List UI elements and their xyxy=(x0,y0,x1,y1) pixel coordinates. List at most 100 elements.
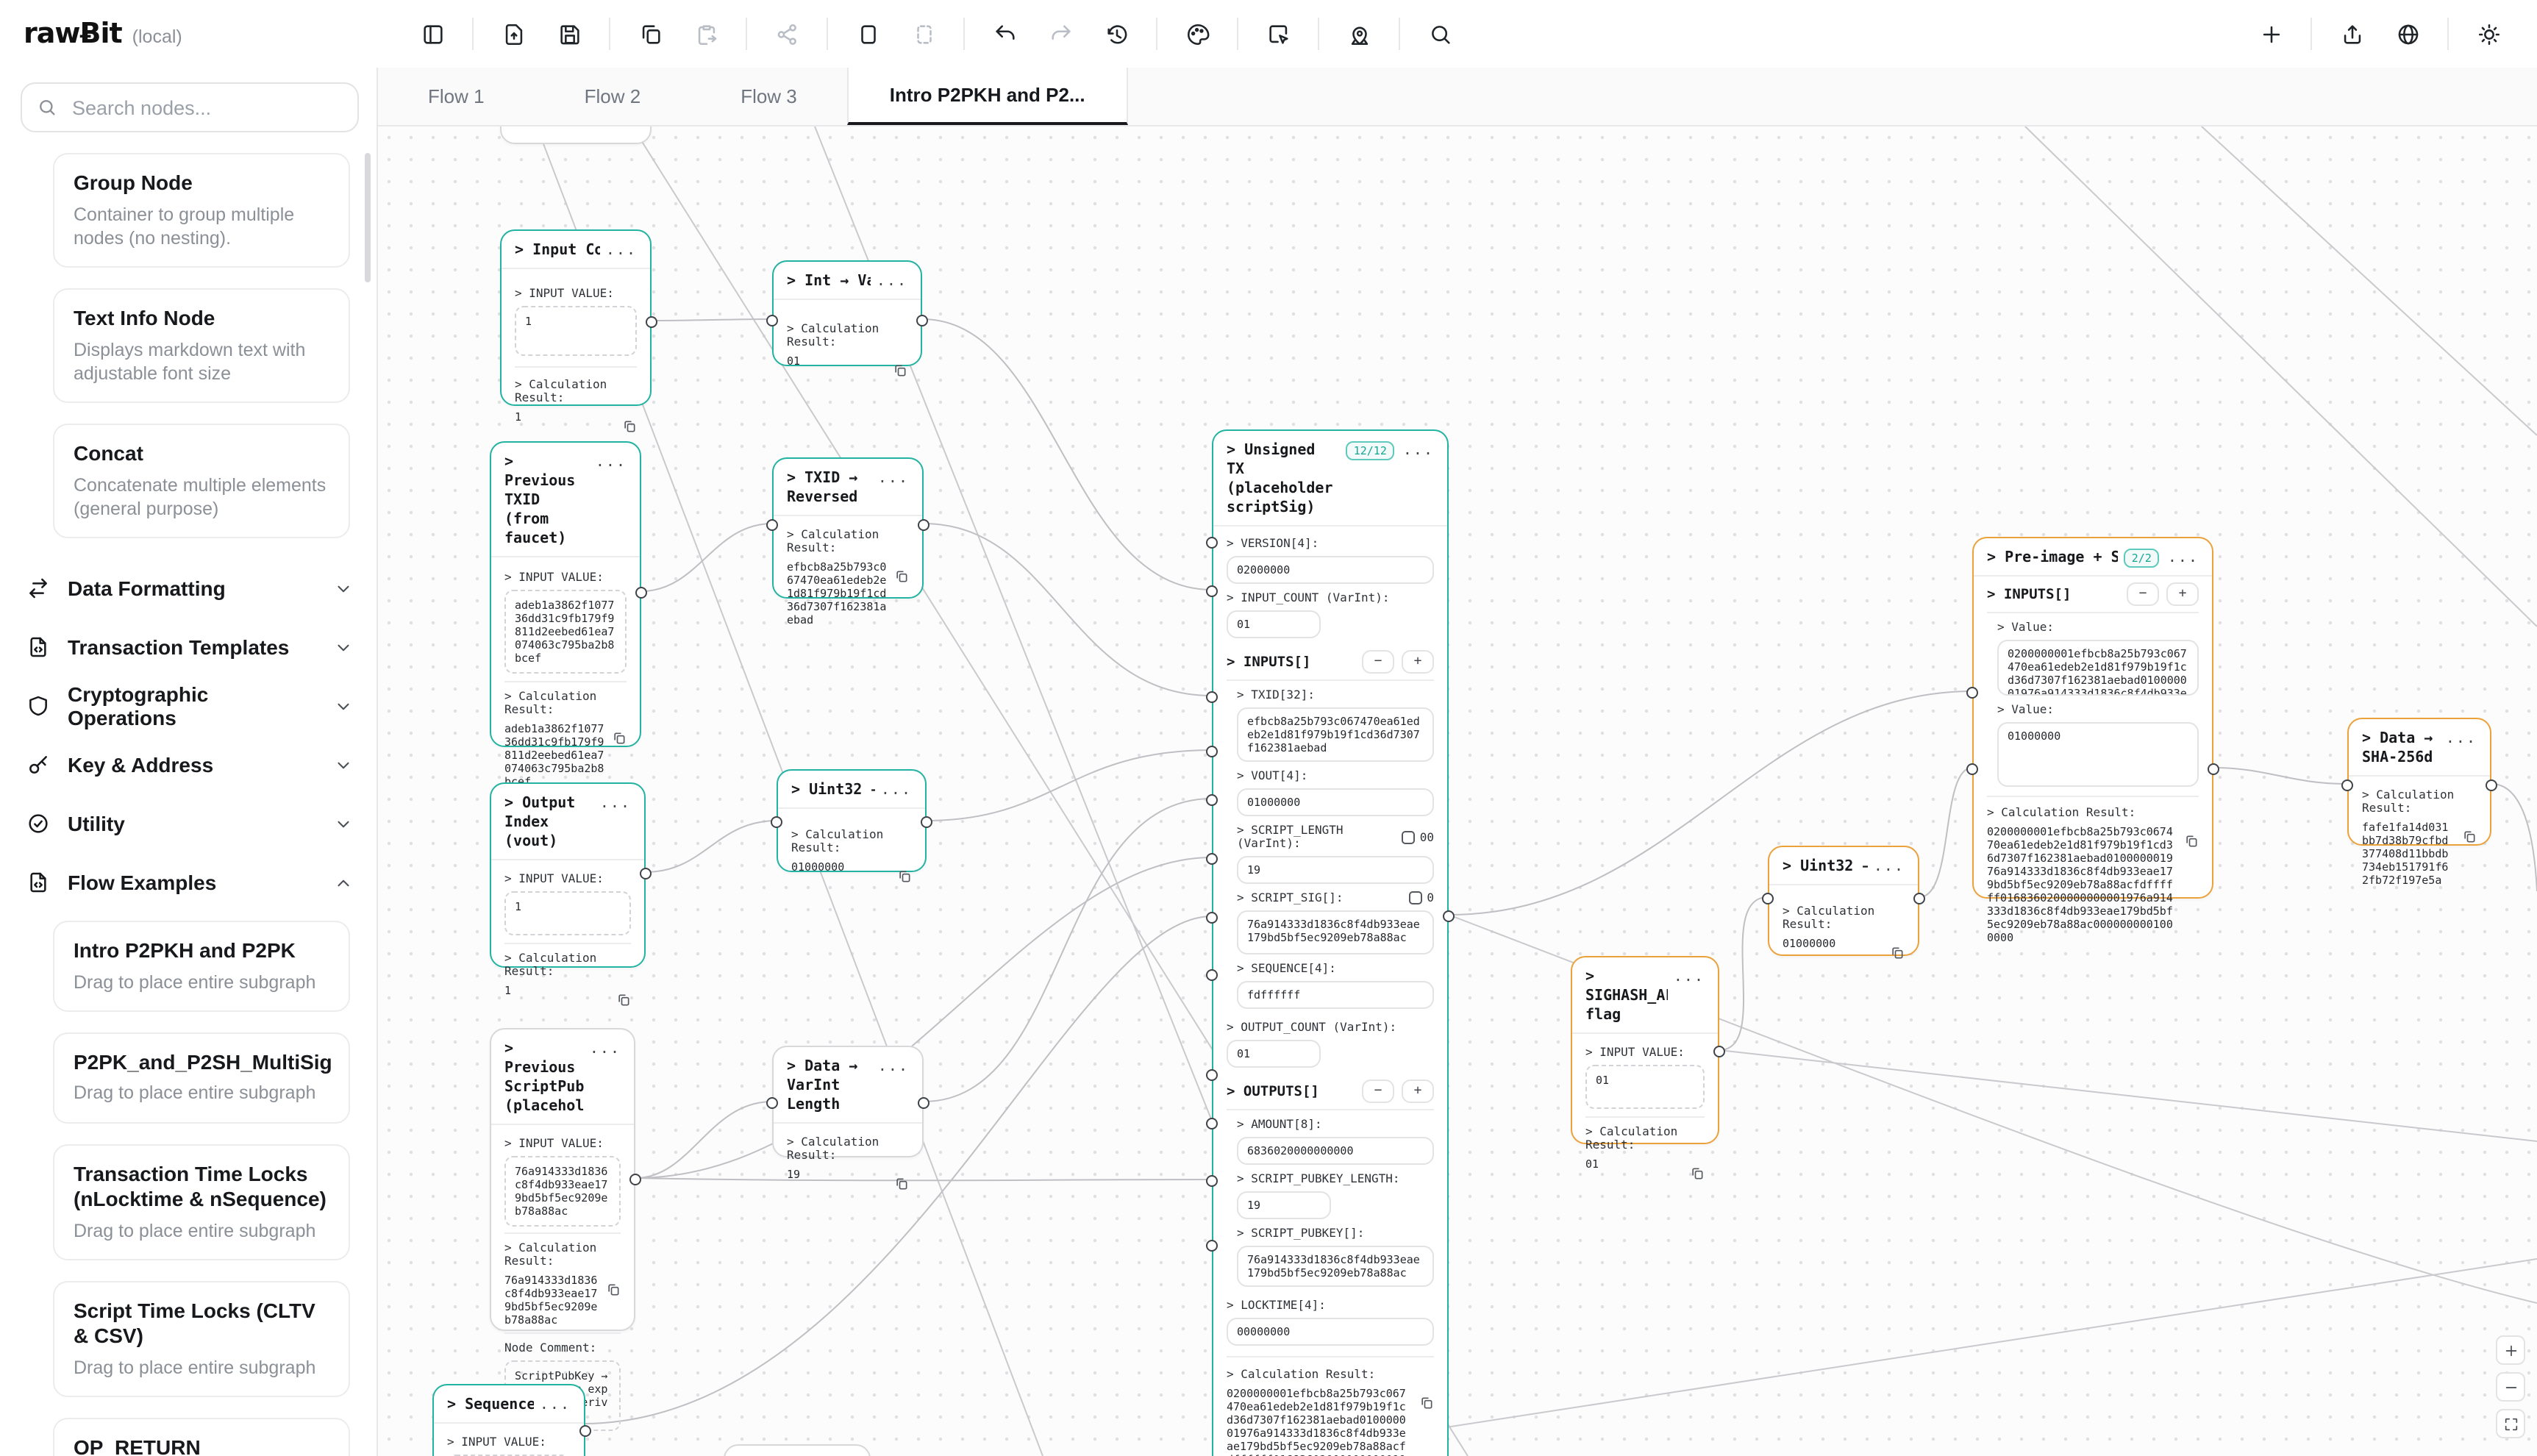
output-port[interactable] xyxy=(2486,779,2497,791)
example-card-op-return[interactable]: OP_RETURN Drag to place entire subgraph xyxy=(53,1418,350,1456)
zoom-out-button[interactable] xyxy=(2496,1372,2525,1402)
output-port[interactable] xyxy=(918,1097,929,1109)
add-node-button[interactable] xyxy=(847,13,888,54)
zoom-in-button[interactable] xyxy=(2496,1335,2525,1365)
version-field[interactable]: 02000000 xyxy=(1227,556,1434,584)
vout-field[interactable]: 01000000 xyxy=(1237,788,1434,816)
node-menu-button[interactable]: ... xyxy=(881,781,912,800)
node-output-index[interactable]: > Output Index (vout)... > INPUT VALUE: … xyxy=(490,782,646,968)
output-port[interactable] xyxy=(921,816,932,828)
script-sig-field[interactable]: 76a914333d1836c8f4db933eae179bd5bf5ec920… xyxy=(1237,910,1434,954)
node-menu-button[interactable]: ... xyxy=(590,1040,621,1059)
override-checkbox[interactable] xyxy=(1409,891,1422,904)
copy-button[interactable] xyxy=(894,1169,909,1197)
category-data-formatting[interactable]: Data Formatting xyxy=(0,559,377,618)
copy-button[interactable] xyxy=(894,562,909,590)
example-card-transaction-time-locks[interactable]: Transaction Time Locks (nLocktime & nSeq… xyxy=(53,1143,350,1260)
theme-toggle-button[interactable] xyxy=(2468,13,2509,54)
input-value-field[interactable]: 1 xyxy=(504,891,631,935)
node-menu-button[interactable]: ... xyxy=(1674,968,1705,987)
publish-button[interactable] xyxy=(2387,13,2428,54)
palette-card-group-node[interactable]: Group Node Container to group multiple n… xyxy=(53,153,350,268)
remove-output-button[interactable]: − xyxy=(1362,1079,1394,1103)
copy-button[interactable] xyxy=(606,1275,621,1303)
toggle-sidebar-button[interactable] xyxy=(412,13,453,54)
input-port[interactable] xyxy=(766,315,778,326)
paste-button[interactable] xyxy=(685,13,727,54)
input-count-field[interactable]: 01 xyxy=(1227,610,1321,638)
node-menu-button[interactable]: ... xyxy=(878,1057,909,1077)
script-length-port[interactable] xyxy=(1206,794,1218,806)
copy-button[interactable] xyxy=(1690,1159,1705,1187)
output-port[interactable] xyxy=(1913,893,1925,904)
theme-palette-button[interactable] xyxy=(1177,13,1218,54)
category-key-address[interactable]: Key & Address xyxy=(0,735,377,794)
copy-button[interactable] xyxy=(897,862,912,890)
output-count-port[interactable] xyxy=(1206,969,1218,981)
fit-view-button[interactable] xyxy=(2496,1409,2525,1438)
category-cryptographic-operations[interactable]: Cryptographic Operations xyxy=(0,677,377,735)
node-input-count[interactable]: > Input Count... > INPUT VALUE: 1 > Calc… xyxy=(500,229,652,406)
output-port[interactable] xyxy=(635,587,647,599)
node-uint32-le4-b[interactable]: > Uint32 → LE-4... > Calculation Result:… xyxy=(1768,846,1919,956)
add-output-button[interactable]: + xyxy=(1402,1079,1434,1103)
value-field-2[interactable]: 01000000 xyxy=(1997,722,2199,787)
add-input-button[interactable]: + xyxy=(2166,582,2199,606)
palette-card-concat[interactable]: Concat Concatenate multiple elements (ge… xyxy=(53,424,350,538)
flow-canvas[interactable]: 2 > Input Count... > INPUT VALUE: 1 > Ca… xyxy=(378,126,2537,1456)
select-mode-button[interactable] xyxy=(1257,13,1299,54)
undo-button[interactable] xyxy=(984,13,1025,54)
node-menu-button[interactable]: ... xyxy=(600,794,631,813)
output-port[interactable] xyxy=(2208,763,2219,775)
copy-button[interactable] xyxy=(616,985,631,1013)
output-port[interactable] xyxy=(916,315,928,326)
tab-active-intro-p2pkh[interactable]: Intro P2PKH and P2... xyxy=(847,68,1128,125)
node-data-sha256d[interactable]: > Data → SHA-256d... > Calculation Resul… xyxy=(2347,718,2491,846)
node-preimage-sighash[interactable]: > Pre-image + SIGHASH 2/2 ... > INPUTS[]… xyxy=(1972,537,2213,899)
script-length-field[interactable]: 19 xyxy=(1237,856,1434,884)
add-group-button[interactable] xyxy=(903,13,944,54)
input-port[interactable] xyxy=(766,519,778,531)
node-txid-reversed[interactable]: > TXID → Reversed... > Calculation Resul… xyxy=(772,457,924,599)
node-menu-button[interactable]: ... xyxy=(1874,857,1905,877)
override-checkbox[interactable] xyxy=(1402,830,1416,843)
copy-button[interactable] xyxy=(1419,1388,1434,1416)
input-value-field[interactable]: 01 xyxy=(1585,1065,1705,1109)
node-previous-scriptpubkey[interactable]: > Previous ScriptPubKey (placeholder)...… xyxy=(490,1028,635,1331)
remove-input-button[interactable]: − xyxy=(1362,650,1394,674)
copy-button[interactable] xyxy=(2184,827,2199,854)
example-card-intro-p2pkh[interactable]: Intro P2PKH and P2PK Drag to place entir… xyxy=(53,921,350,1012)
node-menu-button[interactable]: ... xyxy=(2168,549,2199,568)
node-previous-txid[interactable]: > Previous TXID (from faucet)... > INPUT… xyxy=(490,441,641,747)
search-input[interactable] xyxy=(69,95,343,120)
partial-node-bottom[interactable] xyxy=(724,1444,871,1456)
node-search[interactable] xyxy=(21,82,359,132)
node-sighash-all-flag[interactable]: > SIGHASH_ALL flag... > INPUT VALUE: 01 … xyxy=(1571,956,1719,1144)
output-port[interactable] xyxy=(1713,1046,1725,1057)
category-flow-examples[interactable]: Flow Examples xyxy=(0,853,377,912)
copy-button[interactable] xyxy=(1890,938,1905,966)
txid-field[interactable]: efbcb8a25b793c067470ea61edeb2e1d81f979b1… xyxy=(1237,707,1434,762)
node-menu-button[interactable]: ... xyxy=(606,241,637,260)
sequence-port[interactable] xyxy=(1206,912,1218,924)
input-port[interactable] xyxy=(1762,893,1774,904)
node-data-varint-length[interactable]: > Data → VarInt Length... > Calculation … xyxy=(772,1046,924,1157)
minimap-button[interactable] xyxy=(1338,13,1380,54)
node-uint32-le4-a[interactable]: > Uint32 → LE-4... > Calculation Result:… xyxy=(777,769,927,872)
script-pubkey-port[interactable] xyxy=(1206,1175,1218,1187)
import-button[interactable] xyxy=(493,13,534,54)
node-sequence[interactable]: > Sequence... > INPUT VALUE: fffffffd xyxy=(432,1384,585,1456)
example-card-script-time-locks[interactable]: Script Time Locks (CLTV & CSV) Drag to p… xyxy=(53,1281,350,1398)
value2-port[interactable] xyxy=(1966,763,1978,775)
node-menu-button[interactable]: ... xyxy=(2446,729,2477,749)
search-button[interactable] xyxy=(1419,13,1460,54)
sidebar-scrollbar[interactable] xyxy=(365,153,371,282)
export-button[interactable] xyxy=(2331,13,2372,54)
input-value-field[interactable]: adeb1a3862f107736dd31c9fb179f9811d2eebed… xyxy=(504,590,627,674)
node-menu-button[interactable]: ... xyxy=(540,1396,571,1415)
node-menu-button[interactable]: ... xyxy=(877,272,907,291)
script-pubkey-field[interactable]: 76a914333d1836c8f4db933eae179bd5bf5ec920… xyxy=(1237,1246,1434,1287)
copy-button[interactable] xyxy=(629,13,671,54)
copy-button[interactable] xyxy=(622,412,637,440)
output-count-field[interactable]: 01 xyxy=(1227,1040,1321,1068)
